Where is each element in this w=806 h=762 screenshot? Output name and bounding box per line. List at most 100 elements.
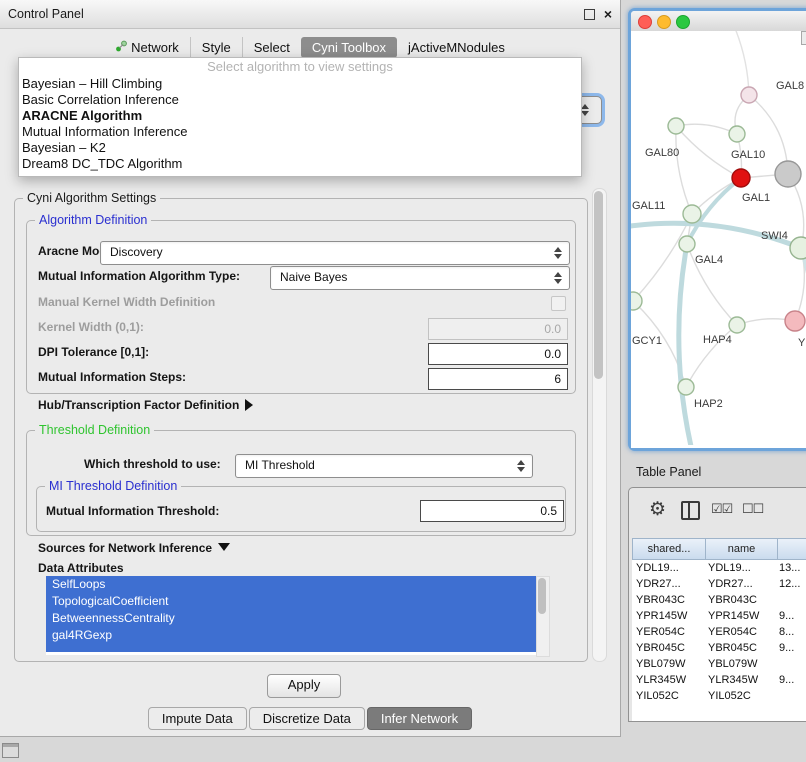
attribute-item[interactable]: SelfLoops — [46, 576, 548, 593]
columns-icon[interactable] — [681, 501, 700, 520]
attribute-item[interactable]: gal4RGexp — [46, 627, 548, 644]
hub-definition-toggle[interactable]: Hub/Transcription Factor Definition — [38, 398, 253, 412]
manual-kernel-checkbox[interactable] — [551, 296, 566, 311]
table-row[interactable]: YLR345WYLR345W9... — [632, 672, 806, 688]
mi-threshold-label: Mutual Information Threshold: — [46, 504, 219, 518]
network-node[interactable] — [775, 161, 801, 187]
table-row[interactable]: YER054CYER054C8... — [632, 624, 806, 640]
dpi-tolerance-label: DPI Tolerance [0,1]: — [38, 345, 149, 359]
control-panel-title: Control Panel — [8, 0, 84, 28]
attribute-item[interactable]: TopologicalCoefficient — [46, 593, 548, 610]
threshold-definition-title: Threshold Definition — [35, 423, 154, 437]
network-node[interactable] — [741, 87, 757, 103]
close-icon[interactable]: × — [604, 0, 612, 28]
mi-type-value: Naive Bayes — [280, 267, 347, 288]
algorithm-option[interactable]: Bayesian – K2 — [19, 140, 581, 156]
algorithm-option[interactable]: ARACNE Algorithm — [19, 108, 581, 124]
attributes-scrollbar[interactable] — [536, 576, 550, 657]
table-row[interactable]: YDL19...YDL19...13... — [632, 560, 806, 576]
tab-discretize-data[interactable]: Discretize Data — [249, 707, 365, 730]
network-node-label: GAL1 — [742, 192, 770, 204]
network-node[interactable] — [729, 317, 745, 333]
table-cell: YDR27... — [632, 576, 704, 592]
minimize-button[interactable] — [657, 15, 671, 29]
network-node[interactable] — [785, 311, 805, 331]
table-row[interactable]: YDR27...YDR27...12... — [632, 576, 806, 592]
table-toolbar: ⚙ ☑☑ ☐☐ — [629, 488, 806, 534]
control-panel-window: Control Panel × NetworkStyleSelectCyni T… — [0, 0, 621, 737]
network-node[interactable] — [678, 379, 694, 395]
sources-toggle[interactable]: Sources for Network Inference — [38, 541, 230, 555]
table-cell: 9... — [775, 608, 806, 624]
kernel-width-field[interactable]: 0.0 — [428, 318, 568, 340]
table-cell: YPR145W — [704, 608, 775, 624]
zoom-button[interactable] — [676, 15, 690, 29]
close-button[interactable] — [638, 15, 652, 29]
table-row[interactable]: YPR145WYPR145W9... — [632, 608, 806, 624]
which-threshold-value: MI Threshold — [245, 455, 315, 476]
deselect-all-icon[interactable]: ☐☐ — [742, 501, 763, 517]
table-cell: YBR045C — [632, 640, 704, 656]
dpi-tolerance-field[interactable]: 0.0 — [428, 343, 568, 365]
algorithm-option[interactable]: Basic Correlation Inference — [19, 92, 581, 108]
tab-style[interactable]: Style — [190, 37, 242, 58]
table-cell: YLR345W — [632, 672, 704, 688]
table-cell: YIL052C — [632, 688, 704, 704]
table-cell: YLR345W — [704, 672, 775, 688]
mi-threshold-group-title: MI Threshold Definition — [45, 479, 181, 493]
kernel-width-label: Kernel Width (0,1): — [38, 320, 144, 334]
tab-select[interactable]: Select — [242, 37, 301, 58]
network-tab-icon — [115, 40, 127, 55]
network-node[interactable] — [732, 169, 750, 187]
float-window-icon[interactable] — [584, 9, 595, 20]
mi-type-select[interactable]: Naive Bayes — [270, 266, 570, 290]
table-row[interactable]: YBR045CYBR045C9... — [632, 640, 806, 656]
table-row[interactable]: YBL079WYBL079W — [632, 656, 806, 672]
network-node-label: GCY1 — [632, 335, 662, 347]
bottom-tab-bar: Impute DataDiscretize DataInfer Network — [0, 707, 620, 730]
select-all-icon[interactable]: ☑☑ — [711, 501, 732, 517]
table-cell: YBR045C — [704, 640, 775, 656]
data-attributes-list[interactable]: SelfLoopsTopologicalCoefficientBetweenne… — [46, 576, 548, 655]
network-node[interactable] — [683, 205, 701, 223]
column-header[interactable]: name — [706, 538, 778, 560]
network-node[interactable] — [679, 236, 695, 252]
table-cell: YDL19... — [704, 560, 775, 576]
column-header[interactable] — [778, 538, 806, 560]
gear-icon[interactable]: ⚙ — [649, 498, 666, 521]
tab-jactivemnodules[interactable]: jActiveMNodules — [397, 37, 516, 58]
network-canvas[interactable]: GAL8GAL80GAL10GAL11GAL1SWI4GAL4GCY1HAP4Y… — [631, 31, 806, 448]
apply-button[interactable]: Apply — [267, 674, 341, 698]
column-header[interactable]: shared... — [632, 538, 706, 560]
panel-scrollbar-thumb[interactable] — [594, 191, 603, 379]
table-row[interactable]: YIL052CYIL052C — [632, 688, 806, 704]
tab-cyni-toolbox[interactable]: Cyni Toolbox — [301, 37, 397, 58]
mi-threshold-field[interactable]: 0.5 — [420, 500, 564, 522]
attribute-item-partial[interactable] — [46, 644, 548, 652]
attributes-scrollbar-thumb[interactable] — [538, 578, 546, 614]
network-node-label: Y — [798, 337, 806, 349]
network-node[interactable] — [729, 126, 745, 142]
table-row[interactable]: YBR043CYBR043C — [632, 592, 806, 608]
attribute-item[interactable]: BetweennessCentrality — [46, 610, 548, 627]
network-node[interactable] — [790, 237, 806, 259]
hub-definition-label: Hub/Transcription Factor Definition — [38, 398, 239, 412]
aracne-mode-select[interactable]: Discovery — [100, 241, 570, 265]
network-node[interactable] — [631, 292, 642, 310]
network-view-window: GAL8GAL80GAL10GAL11GAL1SWI4GAL4GCY1HAP4Y… — [628, 8, 806, 451]
tab-impute-data[interactable]: Impute Data — [148, 707, 247, 730]
which-threshold-select[interactable]: MI Threshold — [235, 454, 533, 478]
table-body: YDL19...YDL19...13...YDR27...YDR27...12.… — [632, 560, 806, 721]
panel-scrollbar[interactable] — [592, 188, 607, 662]
tab-infer-network[interactable]: Infer Network — [367, 707, 472, 730]
birdseye-corner-icon[interactable] — [801, 31, 806, 45]
algorithm-option[interactable]: Mutual Information Inference — [19, 124, 581, 140]
network-node-label: GAL8 — [776, 80, 804, 92]
collapsed-panel-icon[interactable] — [2, 743, 19, 758]
tab-network[interactable]: Network — [104, 37, 190, 58]
algorithm-option[interactable]: Bayesian – Hill Climbing — [19, 76, 581, 92]
algorithm-option[interactable]: Dream8 DC_TDC Algorithm — [19, 156, 581, 172]
mi-steps-field[interactable]: 6 — [428, 368, 568, 390]
mi-steps-label: Mutual Information Steps: — [38, 370, 186, 384]
network-node[interactable] — [668, 118, 684, 134]
